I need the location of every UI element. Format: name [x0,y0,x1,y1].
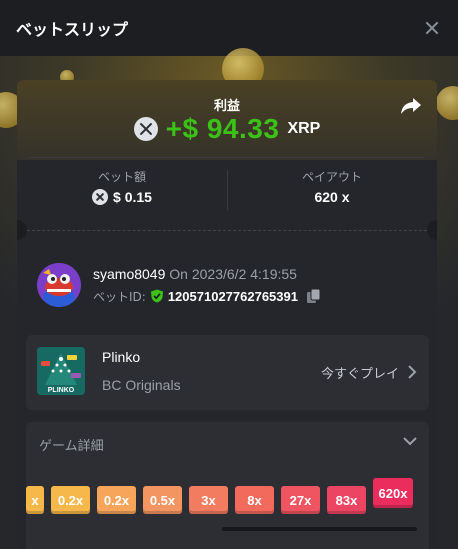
payout-value: 620 x [314,189,350,205]
user-line: syamo8049 On 2023/6/2 4:19:55 [93,266,322,282]
payout-label: ペイアウト [301,170,362,184]
xrp-coin-icon [133,117,158,141]
avatar-image [37,263,81,307]
profit-amount: +$ 94.33 [165,113,280,144]
multiplier-slot: 0.2x [97,486,136,514]
multiplier-slot: 83x [327,486,366,514]
on-label: On [169,265,188,282]
multiplier-slot: 3x [189,486,228,514]
multiplier-slot: x [26,486,44,514]
game-details-panel: ゲーム詳細 x 0.2x 0.2x 0.5x 3x 8x 27x 83x 620… [26,422,429,549]
bet-id-label: ベットID: [93,289,146,304]
game-provider: BC Originals [102,377,181,393]
bet-slip-header: ベットスリップ [0,0,458,56]
payout-stat: ペイアウト 620 x [227,168,437,205]
avatar[interactable] [37,263,81,307]
divider [29,157,425,158]
username[interactable]: syamo8049 [93,266,165,282]
coin-decoration [436,86,458,120]
share-icon[interactable] [399,94,423,118]
chevron-right-icon[interactable] [407,365,417,379]
dashed-divider [17,230,437,231]
game-card[interactable]: PLINKO Plinko BC Originals 今すぐプレイ [26,335,429,410]
multiplier-slot: 27x [281,486,320,514]
game-details-title: ゲーム詳細 [39,439,104,454]
multiplier-slot: 0.2x [51,486,90,514]
verified-shield-icon [150,289,163,303]
ticket-notch [17,220,27,240]
multiplier-slot-hit: 620x [373,478,413,508]
bet-amount-value-row: $ 0.15 [17,189,227,205]
ticket-notch [427,220,437,240]
plinko-thumbnail-icon: PLINKO [37,347,85,395]
bet-id-value: 120571027762765391 [167,288,298,304]
thumbnail-label: PLINKO [48,387,75,394]
close-icon[interactable] [422,18,442,38]
user-info: syamo8049 On 2023/6/2 4:19:55 ベットID: 120… [93,266,322,305]
bet-datetime: 2023/6/2 4:19:55 [191,265,297,282]
bet-amount-label: ベット額 [97,170,146,184]
multiplier-slot: 0.5x [143,486,182,514]
profit-currency: XRP [287,120,321,137]
bet-id-line: ベットID: 120571027762765391 [93,288,322,305]
bet-slip-card: 利益 +$ 94.33 XRP ベット額 $ 0.15 ペイアウト 620 x [17,80,437,549]
profit-label: 利益 [213,99,240,114]
xrp-coin-icon [92,189,109,205]
multiplier-row[interactable]: x 0.2x 0.2x 0.5x 3x 8x 27x 83x 620x [26,478,429,518]
play-now-link[interactable]: 今すぐプレイ [321,363,399,382]
horizontal-scrollbar[interactable] [222,527,417,531]
copy-icon[interactable] [306,288,322,304]
profit-row: +$ 94.33 XRP [17,113,437,145]
header-title: ベットスリップ [16,20,129,39]
bet-amount-value: $ 0.15 [113,189,152,205]
multiplier-slot: 8x [235,486,274,514]
bet-amount-stat: ベット額 $ 0.15 [17,168,227,205]
user-row: syamo8049 On 2023/6/2 4:19:55 ベットID: 120… [37,263,322,307]
game-name: Plinko [102,349,141,365]
game-thumbnail: PLINKO [37,347,85,395]
chevron-down-icon[interactable] [403,436,417,446]
